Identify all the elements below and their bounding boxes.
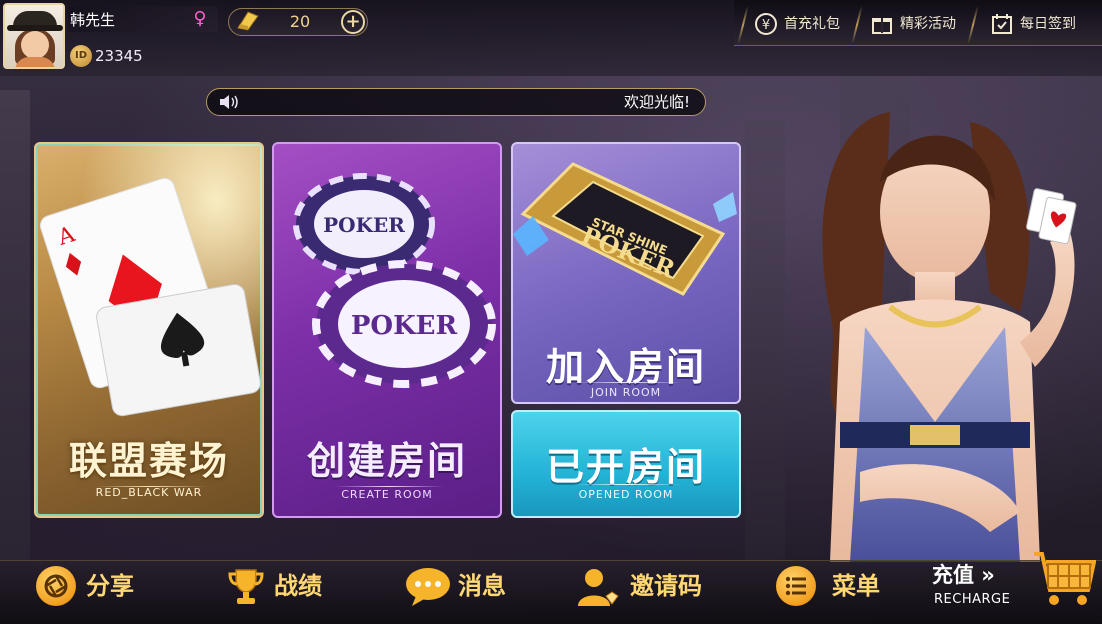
calendar-check-icon (992, 14, 1012, 34)
share-aperture-icon (36, 566, 76, 606)
held-cards-art (1026, 188, 1077, 245)
opened-rooms-subtitle: OPENED ROOM (578, 488, 674, 501)
share-button[interactable]: 分享 (36, 566, 146, 606)
join-room-card[interactable]: STAR SHINE POKER 加入房间 JOIN ROOM (511, 142, 741, 404)
poker-belt-art: STAR SHINE POKER (513, 162, 737, 296)
recharge-sublabel: RECHARGE (934, 592, 1011, 607)
id-badge-icon: ID (70, 45, 92, 67)
avatar[interactable] (3, 3, 65, 69)
player-id: 23345 (95, 47, 143, 65)
daily-checkin-button[interactable]: 每日签到 (990, 8, 1076, 40)
user-invite-icon (578, 569, 619, 606)
speaker-icon (220, 95, 238, 109)
top-menu: ¥ 首充礼包 精彩活动 每日签到 (734, 0, 1102, 46)
announcement-text: 欢迎光临! (623, 93, 690, 111)
alliance-arena-card[interactable]: A 联盟赛场 RED_BLACK WAR (34, 142, 264, 518)
menu-label: 菜单 (832, 572, 880, 600)
chat-bubble-icon (406, 568, 450, 606)
yen-coin-icon: ¥ (755, 13, 777, 35)
currency-amount: 20 (289, 12, 311, 31)
playing-cards-art: A (36, 144, 262, 424)
events-label: 精彩活动 (900, 16, 956, 32)
records-button[interactable]: 战绩 (226, 566, 336, 606)
menu-button[interactable]: 菜单 (776, 566, 896, 606)
opened-rooms-title: 已开房间 (545, 445, 706, 489)
recharge-button[interactable]: 充值 » (932, 560, 995, 590)
alliance-arena-title: 联盟赛场 (68, 439, 229, 483)
alliance-arena-subtitle: RED_BLACK WAR (95, 486, 203, 499)
invite-code-label: 邀请码 (630, 572, 702, 600)
poker-chips-art: POKER POKER (293, 173, 496, 388)
female-symbol-icon: ♀ (193, 8, 207, 29)
first-recharge-gift-label: 首充礼包 (784, 16, 840, 32)
opened-rooms-card[interactable]: 已开房间 OPENED ROOM (511, 410, 741, 518)
create-room-title: 创建房间 (306, 439, 467, 483)
join-room-subtitle: JOIN ROOM (590, 386, 662, 399)
messages-button[interactable]: 消息 (404, 566, 524, 606)
create-room-card[interactable]: POKER POKER 创建房间 CREATE ROOM (272, 142, 502, 518)
invite-code-button[interactable]: 邀请码 (576, 566, 726, 606)
first-recharge-gift-button[interactable]: ¥ 首充礼包 (754, 8, 840, 40)
menu-list-icon (776, 566, 816, 606)
records-label: 战绩 (274, 572, 322, 600)
shopping-cart-icon[interactable] (1028, 546, 1096, 610)
chip-top-label: POKER (323, 213, 405, 237)
messages-label: 消息 (458, 572, 506, 600)
add-currency-button[interactable]: + (341, 10, 365, 34)
hostess-illustration (822, 112, 1077, 562)
trophy-icon (228, 569, 264, 604)
create-room-subtitle: CREATE ROOM (341, 488, 433, 501)
svg-text:¥: ¥ (762, 18, 770, 33)
gift-icon (872, 18, 892, 34)
share-label: 分享 (86, 572, 134, 600)
plus-icon: + (345, 11, 361, 32)
daily-checkin-label: 每日签到 (1020, 16, 1076, 32)
chip-bottom-label: POKER (351, 311, 458, 341)
gold-card-icon (237, 11, 259, 31)
events-button[interactable]: 精彩活动 (870, 8, 956, 40)
